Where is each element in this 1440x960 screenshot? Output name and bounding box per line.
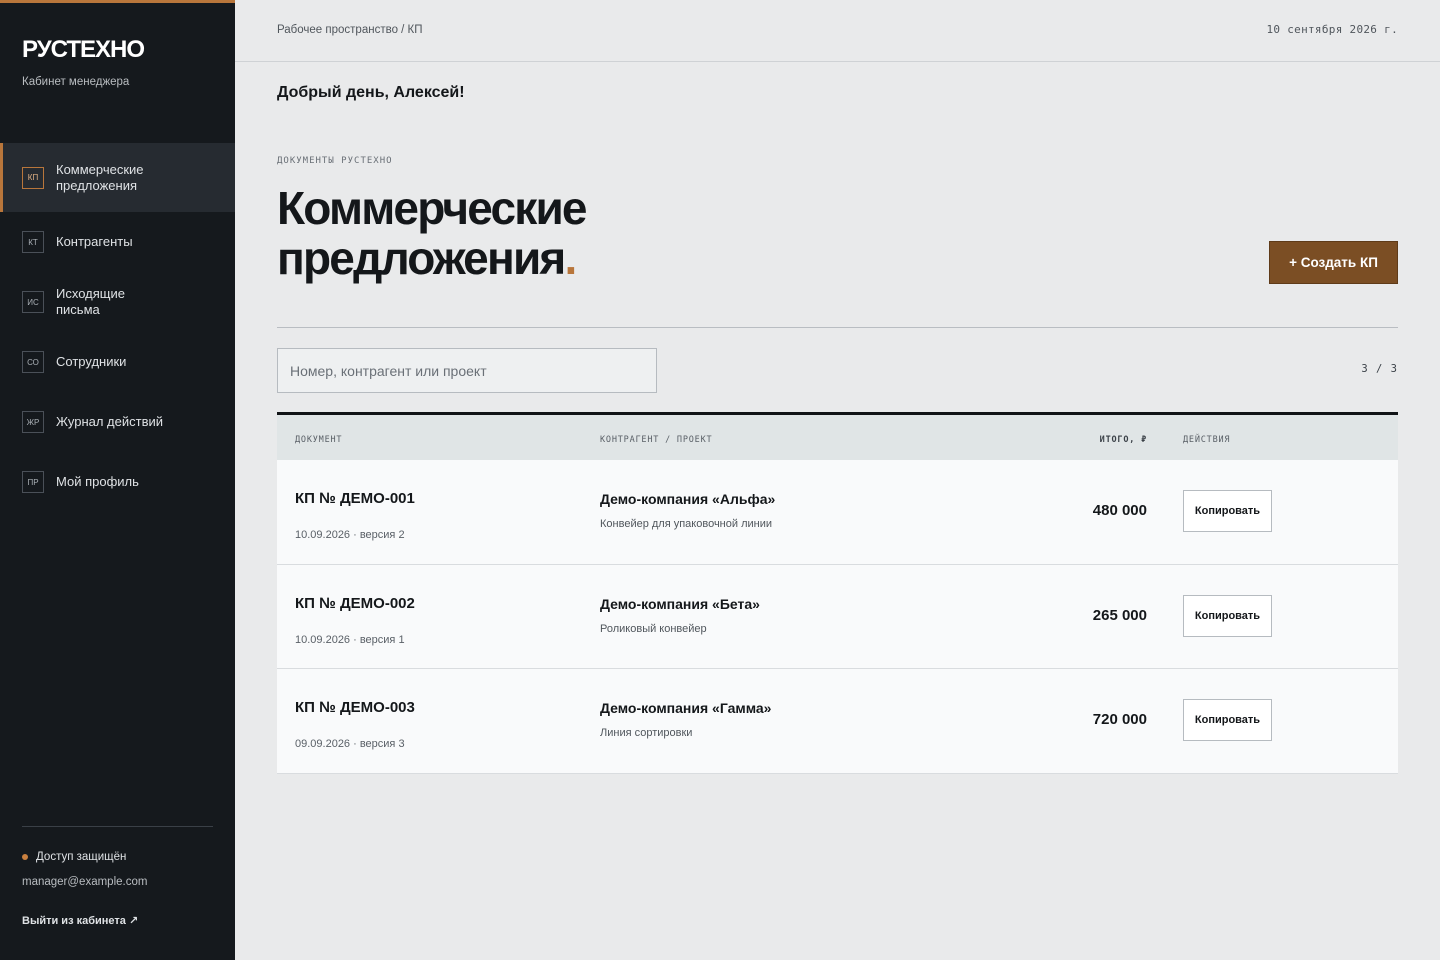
access-status: Доступ защищён: [22, 851, 126, 863]
activity-log-icon: ЖР: [22, 411, 44, 433]
counterparties-icon: КТ: [22, 231, 44, 253]
sidebar-item-label: Сотрудники: [56, 354, 127, 369]
create-proposal-button[interactable]: + Создать КП: [1269, 241, 1398, 284]
sidebar-accent-line: [0, 0, 235, 3]
page-title-text: Коммерческие предложения: [277, 182, 588, 284]
sidebar-item-profile[interactable]: ПР Мой профиль: [0, 452, 235, 512]
sidebar-item-label: Мой профиль: [56, 474, 139, 489]
project-name: Конвейер для упаковочной линии: [600, 518, 772, 530]
letters-icon: ИС: [22, 291, 44, 313]
profile-icon: ПР: [22, 471, 44, 493]
status-dot-icon: [22, 854, 28, 860]
sidebar-item-counterparties[interactable]: КТ Контрагенты: [0, 212, 235, 272]
page-title: Коммерческие предложения.: [277, 183, 777, 283]
project-name: Роликовый конвейер: [600, 622, 707, 635]
proposals-table: ДОКУМЕНТ КОНТРАГЕНТ / ПРОЕКТ ИТОГО, ₽ ДЕ…: [277, 412, 1398, 774]
column-header-document: ДОКУМЕНТ: [295, 435, 343, 445]
brand-subtitle: Кабинет менеджера: [22, 76, 130, 88]
sidebar-item-activity-log[interactable]: ЖР Журнал действий: [0, 392, 235, 452]
results-counter: 3 / 3: [1361, 363, 1398, 375]
sidebar-item-label: Контрагенты: [56, 234, 133, 249]
table-row[interactable]: КП № ДЕМО-002 10.09.2026 · версия 1 Демо…: [277, 564, 1398, 669]
sidebar-item-label: Коммерческие предложения: [56, 161, 144, 193]
document-number[interactable]: КП № ДЕМО-003: [295, 699, 415, 716]
document-meta: 10.09.2026 · версия 2: [295, 529, 405, 541]
sidebar-item-outgoing-letters[interactable]: ИС Исходящие письма: [0, 272, 235, 332]
user-email: manager@example.com: [22, 876, 148, 888]
employees-icon: СО: [22, 351, 44, 373]
total-amount: 265 000: [1092, 606, 1147, 624]
column-header-counterparty: КОНТРАГЕНТ / ПРОЕКТ: [600, 435, 713, 445]
copy-button[interactable]: Копировать: [1183, 490, 1272, 532]
sidebar: РУСТЕХНО Кабинет менеджера КП Коммерческ…: [0, 0, 235, 960]
topbar: Рабочее пространство / КП 10 сентября 20…: [235, 0, 1440, 62]
counterparty-name: Демо-компания «Бета»: [600, 595, 760, 612]
page-title-accent: .: [564, 232, 577, 284]
header-divider: [277, 327, 1398, 328]
total-amount: 480 000: [1092, 502, 1147, 519]
column-header-total: ИТОГО, ₽: [1099, 435, 1147, 445]
access-status-text: Доступ защищён: [36, 851, 127, 863]
counterparty-name: Демо-компания «Гамма»: [600, 700, 772, 716]
copy-button[interactable]: Копировать: [1183, 594, 1272, 637]
document-number[interactable]: КП № ДЕМО-002: [295, 595, 415, 612]
current-date: 10 сентября 2026 г.: [1266, 23, 1398, 36]
document-meta: 10.09.2026 · версия 1: [295, 633, 405, 646]
logout-link[interactable]: Выйти из кабинета ↗: [22, 914, 138, 927]
copy-button[interactable]: Копировать: [1183, 699, 1272, 741]
search-input[interactable]: [277, 348, 657, 393]
greeting: Добрый день, Алексей!: [277, 84, 465, 101]
table-row[interactable]: КП № ДЕМО-001 10.09.2026 · версия 2 Демо…: [277, 460, 1398, 565]
proposals-icon: КП: [22, 166, 44, 189]
counterparty-name: Демо-компания «Альфа»: [600, 491, 776, 507]
table-header: ДОКУМЕНТ КОНТРАГЕНТ / ПРОЕКТ ИТОГО, ₽ ДЕ…: [277, 412, 1398, 460]
table-row[interactable]: КП № ДЕМО-003 09.09.2026 · версия 3 Демо…: [277, 669, 1398, 774]
section-eyebrow: ДОКУМЕНТЫ РУСТЕХНО: [277, 156, 393, 166]
sidebar-item-label: Журнал действий: [56, 414, 164, 429]
document-number[interactable]: КП № ДЕМО-001: [295, 490, 415, 507]
total-amount: 720 000: [1092, 711, 1147, 728]
sidebar-item-label: Исходящие письма: [56, 286, 125, 317]
breadcrumb[interactable]: Рабочее пространство / КП: [277, 24, 423, 36]
document-meta: 09.09.2026 · версия 3: [295, 738, 405, 750]
sidebar-item-proposals[interactable]: КП Коммерческие предложения: [0, 143, 235, 212]
sidebar-nav: КП Коммерческие предложения КТ Контраген…: [0, 143, 235, 512]
project-name: Линия сортировки: [600, 727, 693, 739]
brand-logo[interactable]: РУСТЕХНО: [22, 36, 145, 64]
sidebar-divider: [22, 826, 213, 827]
sidebar-item-employees[interactable]: СО Сотрудники: [0, 332, 235, 392]
column-header-actions: ДЕЙСТВИЯ: [1183, 435, 1231, 445]
